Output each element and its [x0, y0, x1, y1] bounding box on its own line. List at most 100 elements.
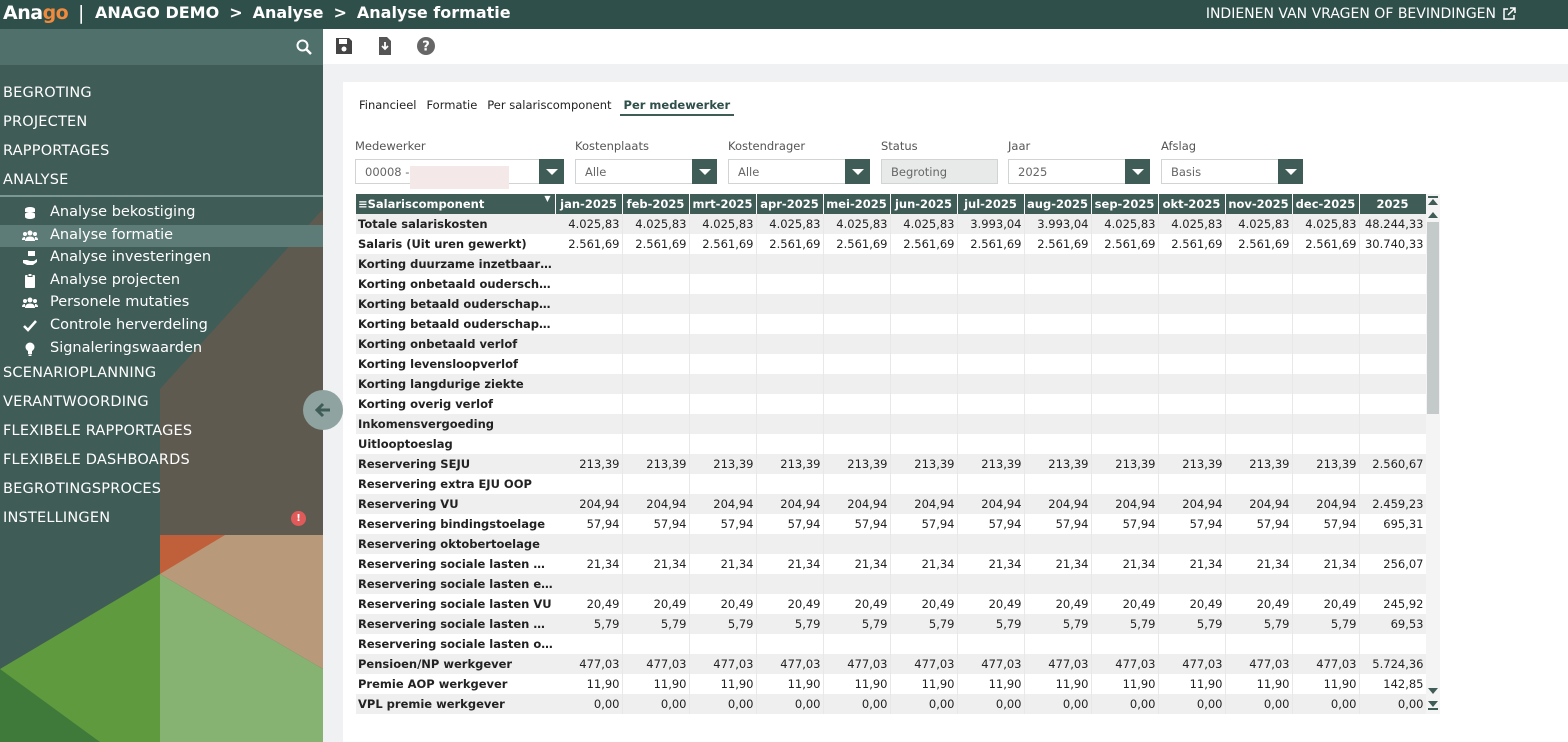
table-cell[interactable]	[1091, 474, 1159, 494]
table-cell[interactable]	[1359, 354, 1427, 374]
table-cell[interactable]: 0,00	[1359, 694, 1427, 714]
table-cell[interactable]: 11,90	[823, 674, 891, 694]
table-cell[interactable]: 204,94	[756, 494, 824, 514]
table-cell[interactable]	[957, 354, 1025, 374]
table-cell[interactable]	[689, 254, 757, 274]
search-icon[interactable]	[295, 38, 313, 56]
table-cell[interactable]: 204,94	[1024, 494, 1092, 514]
table-cell[interactable]: 5,79	[1292, 614, 1360, 634]
table-cell[interactable]	[1024, 354, 1092, 374]
table-cell[interactable]	[1292, 274, 1360, 294]
table-cell[interactable]	[1024, 334, 1092, 354]
table-cell[interactable]	[622, 434, 690, 454]
table-cell[interactable]: 0,00	[1292, 694, 1360, 714]
table-cell[interactable]	[1024, 474, 1092, 494]
table-cell[interactable]: 213,39	[1292, 454, 1360, 474]
table-cell[interactable]	[957, 574, 1025, 594]
table-cell[interactable]	[689, 534, 757, 554]
table-cell[interactable]	[555, 414, 623, 434]
table-cell[interactable]: 20,49	[1091, 594, 1159, 614]
tab-per-salariscomponent[interactable]: Per salariscomponent	[485, 97, 613, 116]
column-header[interactable]: apr-2025	[756, 194, 824, 214]
table-cell[interactable]: 48.244,33	[1359, 214, 1427, 234]
table-cell[interactable]: 4.025,83	[555, 214, 623, 234]
tab-formatie[interactable]: Formatie	[424, 97, 479, 116]
table-cell[interactable]	[823, 314, 891, 334]
table-row[interactable]: Reservering oktobertoelage	[356, 534, 1427, 554]
nav-controle-herverdeling[interactable]: Controle herverdeling	[0, 315, 323, 337]
table-cell[interactable]	[957, 334, 1025, 354]
table-cell[interactable]	[756, 294, 824, 314]
table-cell[interactable]	[555, 314, 623, 334]
table-cell[interactable]	[756, 434, 824, 454]
table-row[interactable]: Pensioen/NP werkgever 477,03 477,03 477,03 4…	[356, 654, 1427, 674]
table-cell[interactable]: 4.025,83	[756, 214, 824, 234]
table-cell[interactable]	[1024, 374, 1092, 394]
table-cell[interactable]: 245,92	[1359, 594, 1427, 614]
table-cell[interactable]: 2.561,69	[689, 234, 757, 254]
table-cell[interactable]: 5,79	[1024, 614, 1092, 634]
table-cell[interactable]: 4.025,83	[1225, 214, 1293, 234]
table-cell[interactable]: 204,94	[1225, 494, 1293, 514]
table-cell[interactable]	[1359, 434, 1427, 454]
table-row[interactable]: Korting onbetaald ouderschapsv...	[356, 274, 1427, 294]
table-cell[interactable]	[1024, 394, 1092, 414]
table-cell[interactable]: 204,94	[555, 494, 623, 514]
table-cell[interactable]: 11,90	[622, 674, 690, 694]
table-row[interactable]: Reservering SEJU 213,39 213,39 213,39 213,39…	[356, 454, 1427, 474]
table-cell[interactable]	[756, 394, 824, 414]
table-cell[interactable]	[1158, 474, 1226, 494]
table-cell[interactable]	[1091, 394, 1159, 414]
table-cell[interactable]	[1024, 314, 1092, 334]
afslag-select[interactable]: Basis	[1161, 159, 1303, 184]
table-row[interactable]: Reservering sociale lasten SEJU 21,34 21,3…	[356, 554, 1427, 574]
table-cell[interactable]: 21,34	[823, 554, 891, 574]
table-cell[interactable]: 3.993,04	[1024, 214, 1092, 234]
table-cell[interactable]	[1158, 274, 1226, 294]
table-cell[interactable]: 11,90	[689, 674, 757, 694]
table-cell[interactable]: 20,49	[622, 594, 690, 614]
table-cell[interactable]	[555, 574, 623, 594]
table-row[interactable]: Reservering sociale lasten extra ...	[356, 574, 1427, 594]
table-cell[interactable]	[1024, 434, 1092, 454]
table-cell[interactable]	[689, 414, 757, 434]
column-header[interactable]: jun-2025	[890, 194, 958, 214]
table-cell[interactable]: 477,03	[555, 654, 623, 674]
table-cell[interactable]	[1225, 434, 1293, 454]
nav-scenarioplanning[interactable]: SCENARIOPLANNING	[3, 365, 156, 381]
table-cell[interactable]: 213,39	[756, 454, 824, 474]
table-cell[interactable]: 21,34	[957, 554, 1025, 574]
tab-per-medewerker[interactable]: Per medewerker	[619, 97, 735, 116]
table-cell[interactable]	[555, 394, 623, 414]
table-cell[interactable]	[1225, 374, 1293, 394]
table-cell[interactable]	[689, 334, 757, 354]
table-cell[interactable]: 57,94	[689, 514, 757, 534]
table-cell[interactable]: 213,39	[689, 454, 757, 474]
nav-analyse-bekostiging[interactable]: Analyse bekostiging	[0, 202, 323, 224]
table-cell[interactable]: 477,03	[890, 654, 958, 674]
nav-analyse[interactable]: ANALYSE	[3, 172, 68, 188]
table-cell[interactable]: 11,90	[1091, 674, 1159, 694]
scrollbar-thumb[interactable]	[1427, 222, 1439, 414]
table-cell[interactable]: 57,94	[1292, 514, 1360, 534]
table-cell[interactable]: 0,00	[1225, 694, 1293, 714]
table-cell[interactable]: 256,07	[1359, 554, 1427, 574]
table-cell[interactable]	[1024, 274, 1092, 294]
table-cell[interactable]	[890, 354, 958, 374]
table-cell[interactable]	[756, 254, 824, 274]
column-header-salariscomponent[interactable]: ≡Salariscomponent ▼	[356, 194, 556, 214]
table-cell[interactable]	[890, 294, 958, 314]
table-cell[interactable]	[1091, 414, 1159, 434]
sidebar-search[interactable]	[0, 29, 323, 65]
table-cell[interactable]	[1091, 254, 1159, 274]
table-cell[interactable]	[756, 634, 824, 654]
table-cell[interactable]: 204,94	[823, 494, 891, 514]
table-cell[interactable]: 5,79	[756, 614, 824, 634]
table-row[interactable]: Premie AOP werkgever 11,90 11,90 11,90 11,90…	[356, 674, 1427, 694]
table-cell[interactable]	[823, 374, 891, 394]
table-cell[interactable]: 11,90	[957, 674, 1025, 694]
table-cell[interactable]	[1024, 294, 1092, 314]
nav-signaleringswaarden[interactable]: Signaleringswaarden	[0, 338, 323, 360]
table-cell[interactable]	[823, 574, 891, 594]
table-cell[interactable]: 5,79	[689, 614, 757, 634]
